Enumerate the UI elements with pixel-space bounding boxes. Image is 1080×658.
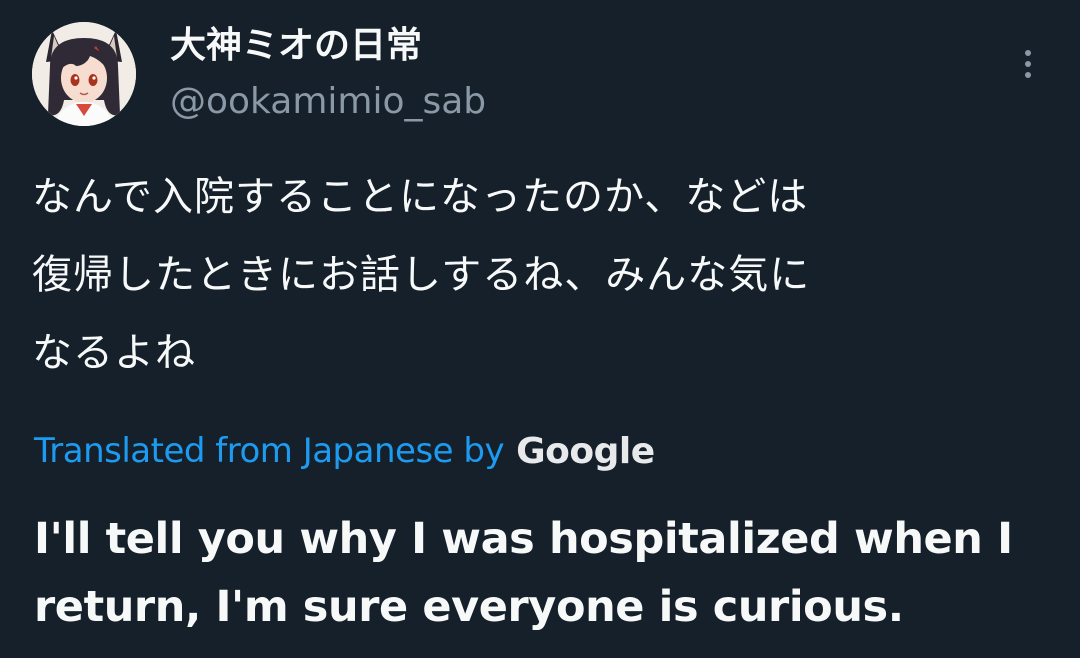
more-vertical-icon-dot	[1025, 61, 1031, 67]
translated-from-link[interactable]: Translated from Japanese by	[34, 431, 505, 471]
user-handle[interactable]: @ookamimio_sab	[170, 80, 486, 124]
user-info: 大神ミオの日常 @ookamimio_sab	[170, 22, 486, 124]
more-options-button[interactable]	[1016, 42, 1040, 86]
translation-attribution: Translated from Japanese by Google	[34, 425, 655, 477]
tweet-original-text: なんで入院することになったのか、などは 復帰したときにお話しするね、みんな気に …	[32, 174, 811, 376]
more-vertical-icon	[1025, 50, 1031, 56]
tweet: 大神ミオの日常 @ookamimio_sab なんで入院することになったのか、な…	[0, 0, 1080, 658]
tweet-translated-text: I'll tell you why I was hospitalized whe…	[34, 514, 1013, 632]
display-name[interactable]: 大神ミオの日常	[170, 22, 486, 70]
more-vertical-icon-dot	[1025, 72, 1031, 78]
avatar[interactable]	[32, 22, 136, 126]
tweet-header: 大神ミオの日常 @ookamimio_sab	[32, 22, 1048, 132]
avatar-image	[32, 22, 136, 126]
google-logo: Google	[516, 430, 655, 472]
